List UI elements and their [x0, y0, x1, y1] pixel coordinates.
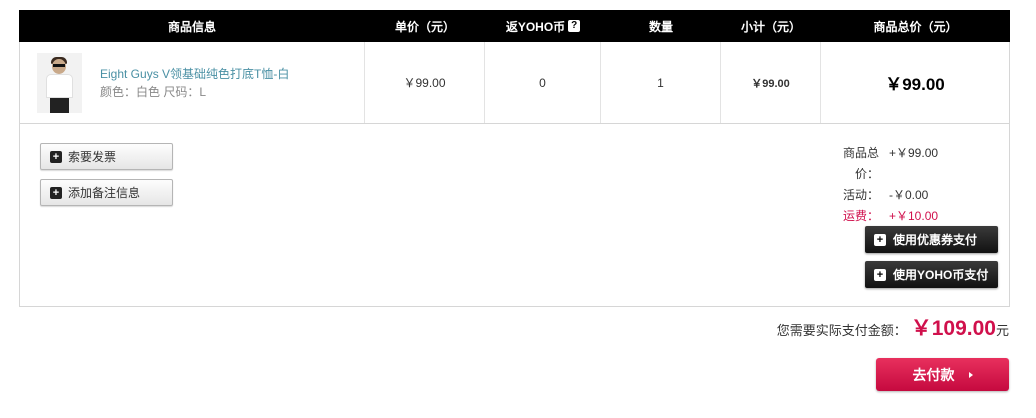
activity-value: -￥0.00 [889, 188, 929, 202]
shipping-line: 运费： +￥10.00 [829, 206, 969, 227]
table-header: 商品信息 单价（元） 返YOHO币 ? 数量 小计（元） 商品总价（元） [19, 10, 1010, 42]
invoice-button[interactable]: + 索要发票 [40, 143, 173, 170]
cart-table: 商品信息 单价（元） 返YOHO币 ? 数量 小计（元） 商品总价（元） Eig… [19, 10, 1010, 124]
subtotal-value: ￥99.00 [751, 77, 790, 90]
checkout-button[interactable]: 去付款 [876, 358, 1009, 391]
unit-price: ￥99.00 [403, 76, 446, 90]
checkout-label: 去付款 [912, 366, 955, 383]
yoho-coin-value: 0 [539, 75, 546, 90]
total-cell: ￥99.00 [821, 42, 1009, 123]
header-subtotal: 小计（元） [740, 19, 801, 34]
product-name-link[interactable]: Eight Guys V领基础纯色打底T恤-白 [100, 65, 289, 83]
yoho-coin-cell: 0 [485, 42, 601, 123]
help-icon[interactable]: ? [568, 20, 581, 32]
add-note-button[interactable]: + 添加备注信息 [40, 179, 173, 206]
activity-label: 活动： [842, 188, 879, 202]
shipping-value: +￥10.00 [889, 209, 939, 223]
header-quantity: 数量 [648, 19, 673, 34]
arrow-right-icon [968, 371, 973, 378]
unit-price-cell: ￥99.00 [365, 42, 485, 123]
table-row: Eight Guys V领基础纯色打底T恤-白 颜色：白色 尺码：L ￥99.0… [19, 42, 1010, 124]
plus-icon: + [874, 268, 886, 281]
activity-line: 活动： -￥0.00 [829, 185, 969, 206]
plus-icon: + [50, 186, 62, 199]
header-yoho-coin: 返YOHO币 ? [485, 10, 601, 42]
use-coupon-label: 使用优惠券支付 [893, 233, 978, 247]
header-yoho-coin-label: 返YOHO币 [505, 19, 566, 34]
header-product-info: 商品信息 [167, 19, 216, 34]
product-spec: 颜色：白色 尺码：L [100, 84, 207, 99]
shipping-label: 运费： [842, 209, 879, 223]
goods-total-line: 商品总价： +￥99.00 [829, 143, 969, 185]
header-total: 商品总价（元） [873, 19, 958, 34]
subtotal-cell: ￥99.00 [721, 42, 821, 123]
use-yoho-coin-label: 使用YOHO币支付 [893, 268, 989, 282]
product-thumbnail[interactable] [37, 52, 82, 113]
order-summary-box: + 索要发票 + 添加备注信息 商品总价： +￥99.00 活动： -￥0.00… [19, 123, 1010, 307]
invoice-label: 索要发票 [68, 150, 117, 164]
payment-label: 您需要实际支付金额： [776, 323, 907, 338]
plus-icon: + [50, 150, 62, 163]
use-coupon-button[interactable]: + 使用优惠券支付 [865, 226, 998, 253]
quantity-value: 1 [657, 75, 664, 90]
payment-amount: ￥109.00 [910, 317, 996, 340]
header-unit-price: 单价（元） [394, 19, 455, 34]
goods-total-value: +￥99.00 [889, 146, 939, 160]
payment-unit: 元 [995, 323, 1009, 338]
plus-icon: + [874, 233, 886, 246]
use-yoho-coin-button[interactable]: + 使用YOHO币支付 [865, 261, 998, 288]
price-summary: 商品总价： +￥99.00 活动： -￥0.00 运费： +￥10.00 [829, 143, 969, 227]
payment-total: 您需要实际支付金额： ￥109.00 元 [777, 312, 1009, 342]
goods-total-label: 商品总价： [842, 146, 879, 181]
add-note-label: 添加备注信息 [68, 186, 141, 200]
total-value: ￥99.00 [885, 75, 945, 94]
product-cell: Eight Guys V领基础纯色打底T恤-白 颜色：白色 尺码：L [20, 42, 365, 123]
quantity-cell: 1 [601, 42, 721, 123]
